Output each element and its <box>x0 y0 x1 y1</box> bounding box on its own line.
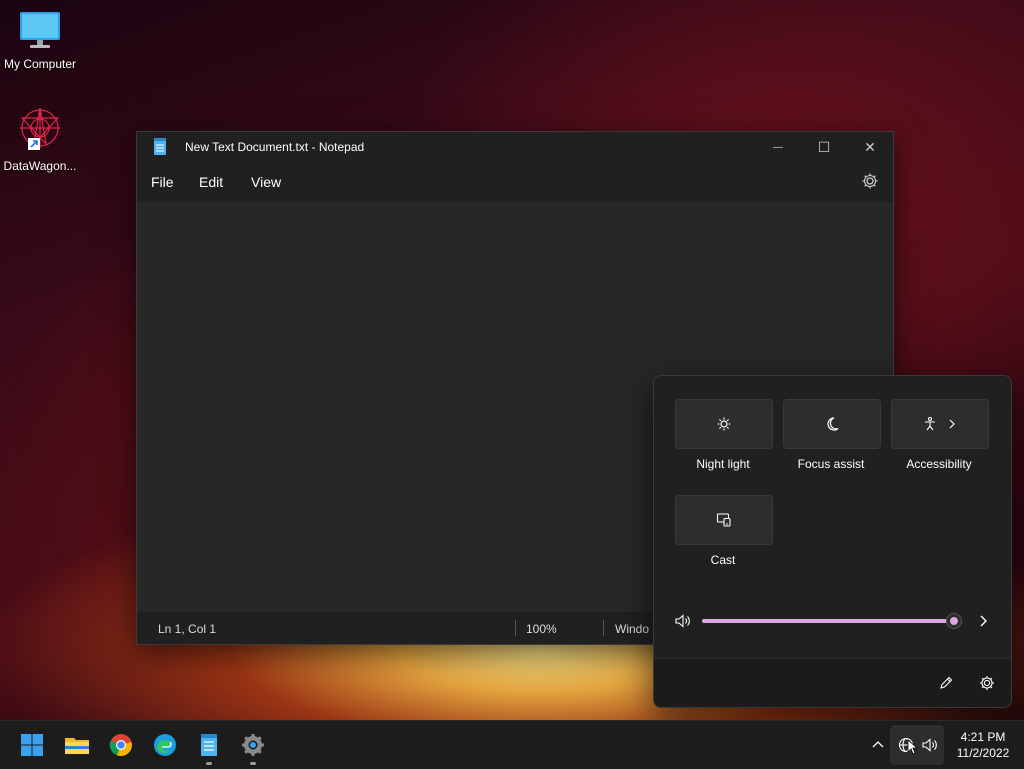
volume-slider-thumb[interactable] <box>946 613 962 629</box>
taskbar-settings[interactable] <box>237 729 269 765</box>
chrome-icon <box>109 734 132 757</box>
close-icon: ✕ <box>864 138 876 155</box>
chevron-right-icon <box>949 419 955 429</box>
close-button[interactable]: ✕ <box>847 132 893 162</box>
running-indicator <box>206 762 212 765</box>
cast-icon <box>716 513 731 527</box>
quick-settings-flyout: Night light Focus assist Accessibility C… <box>653 375 1012 708</box>
quick-settings-footer <box>654 658 1011 707</box>
maximize-icon: ☐ <box>817 138 831 155</box>
speaker-icon <box>922 738 937 752</box>
speaker-icon[interactable] <box>674 613 692 629</box>
settings-icon <box>242 734 264 756</box>
taskbar-file-explorer[interactable] <box>61 729 93 761</box>
menu-file[interactable]: File <box>151 174 174 190</box>
settings-gear-icon[interactable] <box>861 172 879 190</box>
monitor-icon <box>20 12 60 48</box>
taskbar: 4:21 PM 11/2/2022 <box>0 720 1024 769</box>
volume-slider-track[interactable] <box>702 619 954 623</box>
minimize-icon: — <box>773 141 783 153</box>
taskbar-clock[interactable]: 4:21 PM 11/2/2022 <box>948 729 1018 761</box>
chevron-up-icon[interactable] <box>871 738 885 752</box>
mouse-cursor-icon <box>907 739 919 755</box>
night-light-tile[interactable] <box>675 399 773 449</box>
clock-date: 11/2/2022 <box>956 746 1010 760</box>
volume-row <box>654 606 1011 636</box>
moon-icon <box>827 417 839 431</box>
title-bar[interactable]: New Text Document.txt - Notepad — ☐ ✕ <box>137 132 893 162</box>
focus-assist-label: Focus assist <box>797 457 865 471</box>
running-indicator <box>250 762 256 765</box>
settings-gear-icon[interactable] <box>979 675 995 691</box>
taskbar-notepad[interactable] <box>193 729 225 765</box>
desktop-icon-label: My Computer <box>3 57 77 71</box>
system-tray-quick-settings[interactable] <box>890 725 944 765</box>
clock-time: 4:21 PM <box>960 730 1006 744</box>
accessibility-label: Accessibility <box>906 457 972 471</box>
start-icon <box>21 734 43 756</box>
night-light-icon <box>717 417 731 431</box>
window-title: New Text Document.txt - Notepad <box>185 140 365 154</box>
accessibility-tile[interactable] <box>891 399 989 449</box>
start-button[interactable] <box>16 729 48 761</box>
chevron-right-icon[interactable] <box>976 614 990 628</box>
cast-tile[interactable] <box>675 495 773 545</box>
notepad-icon <box>201 734 217 756</box>
menu-view[interactable]: View <box>251 174 281 190</box>
taskbar-edge[interactable] <box>149 729 181 761</box>
datawagon-app-icon <box>20 107 60 150</box>
zoom-level: 100% <box>526 622 557 636</box>
desktop-icon-datawagon[interactable]: DataWagon... <box>0 104 80 173</box>
cast-label: Cast <box>710 553 736 567</box>
night-light-label: Night light <box>696 457 750 471</box>
status-divider <box>515 620 516 636</box>
notepad-icon <box>154 138 166 155</box>
accessibility-icon <box>925 416 935 431</box>
desktop-icon-label: DataWagon... <box>3 159 77 173</box>
taskbar-chrome[interactable] <box>105 729 137 761</box>
minimize-button[interactable]: — <box>755 132 801 162</box>
edge-icon <box>154 734 176 756</box>
menu-edit[interactable]: Edit <box>199 174 223 190</box>
maximize-button[interactable]: ☐ <box>801 132 847 162</box>
cursor-position: Ln 1, Col 1 <box>158 622 217 636</box>
status-divider <box>603 620 604 636</box>
desktop-icon-my-computer[interactable]: My Computer <box>0 10 80 71</box>
focus-assist-tile[interactable] <box>783 399 881 449</box>
edit-pencil-icon[interactable] <box>938 675 954 691</box>
file-explorer-icon <box>65 738 89 754</box>
line-ending: Windo <box>615 622 650 636</box>
menu-bar: File Edit View <box>137 162 893 202</box>
